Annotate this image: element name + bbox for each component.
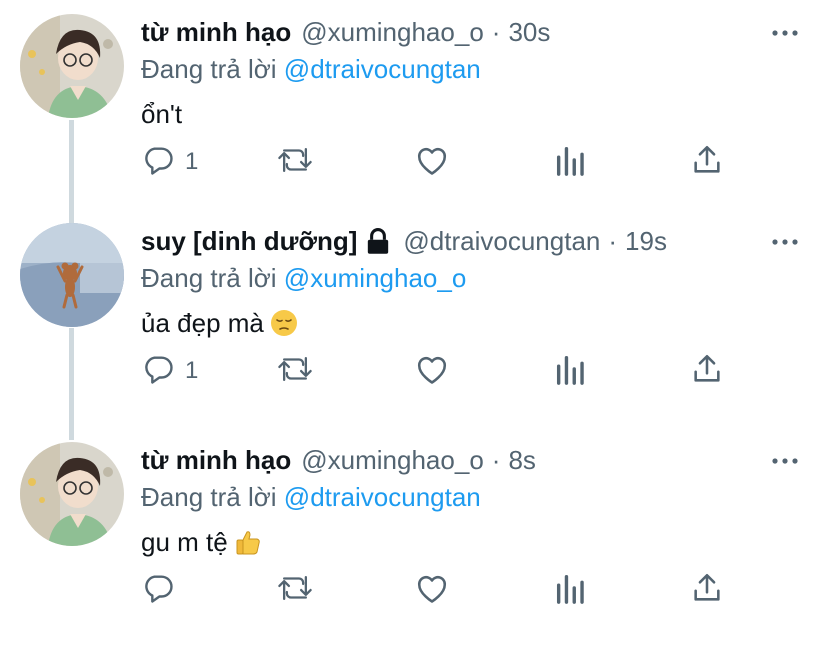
tweet-2[interactable]: suy [dinh dưỡng] @dtraivocungtan · 19s Đ… — [0, 209, 828, 427]
tweet-text-content: ủa đẹp mà — [141, 308, 264, 338]
user-handle[interactable]: @xuminghao_o — [301, 442, 484, 478]
reply-button[interactable]: 1 — [141, 140, 198, 184]
reply-prefix: Đang trả lời — [141, 482, 277, 512]
cartoon-mouse-avatar-image — [20, 223, 124, 327]
more-icon[interactable] — [770, 227, 800, 257]
reply-count: 1 — [185, 357, 199, 384]
share-button[interactable] — [690, 568, 724, 612]
tweet-text-content: gu m tệ — [141, 527, 228, 557]
share-icon — [690, 143, 724, 182]
tweet-header: suy [dinh dưỡng] @dtraivocungtan · 19s — [141, 223, 667, 259]
separator: · — [491, 17, 501, 47]
retweet-icon — [276, 143, 314, 182]
reply-button[interactable] — [141, 568, 185, 612]
analytics-button[interactable] — [554, 568, 586, 612]
separator: · — [608, 226, 618, 256]
action-bar — [0, 568, 828, 612]
like-icon — [414, 352, 450, 391]
reply-context: Đang trả lời @xuminghao_o — [141, 260, 466, 296]
like-button[interactable] — [414, 568, 450, 612]
share-button[interactable] — [690, 140, 724, 184]
person-avatar-image — [20, 442, 124, 546]
like-button[interactable] — [414, 349, 450, 393]
tweet-3[interactable]: từ minh hạo @xuminghao_o · 8s Đang trả l… — [0, 428, 828, 646]
retweet-button[interactable] — [276, 140, 314, 184]
share-button[interactable] — [690, 349, 724, 393]
reply-context: Đang trả lời @dtraivocungtan — [141, 51, 481, 87]
avatar[interactable] — [20, 223, 124, 327]
person-avatar-image — [20, 14, 124, 118]
reply-icon — [141, 143, 175, 182]
avatar[interactable] — [20, 14, 124, 118]
retweet-button[interactable] — [276, 349, 314, 393]
retweet-icon — [276, 571, 314, 610]
action-bar: 1 — [0, 349, 828, 393]
analytics-icon — [554, 571, 586, 610]
display-name[interactable]: từ minh hạo — [141, 442, 291, 478]
reply-prefix: Đang trả lời — [141, 263, 277, 293]
reply-prefix: Đang trả lời — [141, 54, 277, 84]
reply-count: 1 — [185, 148, 199, 175]
thumbs-up-icon — [234, 528, 262, 556]
more-icon[interactable] — [770, 446, 800, 476]
tweet-header: từ minh hạo @xuminghao_o · 30s — [141, 14, 550, 50]
action-bar: 1 — [0, 140, 828, 184]
share-icon — [690, 571, 724, 610]
reply-mention[interactable]: @dtraivocungtan — [284, 482, 481, 512]
reply-icon — [141, 352, 175, 391]
avatar[interactable] — [20, 442, 124, 546]
tweet-text-content: ổn't — [141, 99, 183, 129]
reply-mention[interactable]: @dtraivocungtan — [284, 54, 481, 84]
retweet-icon — [276, 352, 314, 391]
analytics-button[interactable] — [554, 140, 586, 184]
analytics-icon — [554, 352, 586, 391]
like-button[interactable] — [414, 140, 450, 184]
analytics-icon — [554, 143, 586, 182]
separator: · — [491, 445, 501, 475]
timestamp[interactable]: 30s — [508, 14, 550, 50]
timestamp[interactable]: 19s — [625, 223, 667, 259]
like-icon — [414, 571, 450, 610]
display-name[interactable]: từ minh hạo — [141, 14, 291, 50]
analytics-button[interactable] — [554, 349, 586, 393]
reply-mention[interactable]: @xuminghao_o — [284, 263, 467, 293]
pensive-face-icon — [270, 309, 298, 337]
user-handle[interactable]: @xuminghao_o — [301, 14, 484, 50]
more-icon[interactable] — [770, 18, 800, 48]
tweet-1[interactable]: từ minh hạo @xuminghao_o · 30s Đang trả … — [0, 0, 828, 218]
retweet-button[interactable] — [276, 568, 314, 612]
share-icon — [690, 352, 724, 391]
user-handle[interactable]: @dtraivocungtan — [403, 223, 600, 259]
like-icon — [414, 143, 450, 182]
reply-icon — [141, 571, 175, 610]
reply-button[interactable]: 1 — [141, 349, 198, 393]
tweet-text: gu m tệ — [141, 523, 262, 561]
display-name[interactable]: suy [dinh dưỡng] — [141, 223, 357, 259]
lock-icon — [365, 227, 391, 255]
timestamp[interactable]: 8s — [508, 442, 535, 478]
reply-context: Đang trả lời @dtraivocungtan — [141, 479, 481, 515]
tweet-text: ổn't — [141, 95, 182, 133]
tweet-text: ủa đẹp mà — [141, 304, 298, 342]
tweet-header: từ minh hạo @xuminghao_o · 8s — [141, 442, 536, 478]
